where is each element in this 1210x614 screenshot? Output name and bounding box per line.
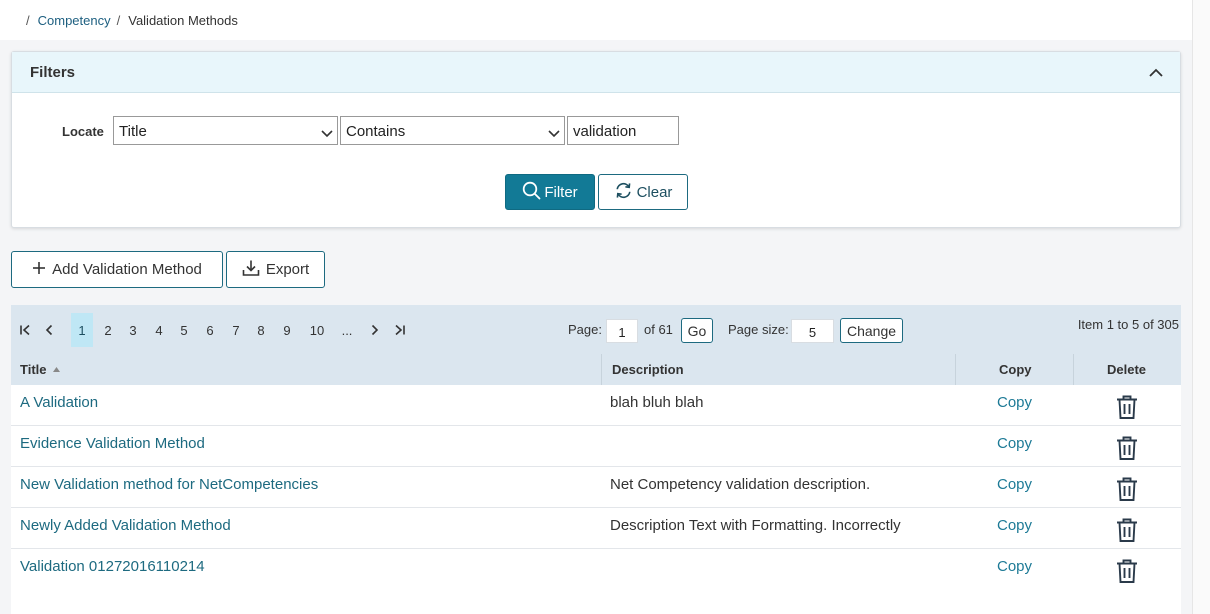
validation-method-title-link[interactable]: A Validation [20,394,98,411]
page-number-link[interactable]: 7 [225,313,247,347]
clear-button[interactable]: Clear [598,174,688,210]
locate-label: Locate [62,124,104,139]
clear-button-label: Clear [636,183,673,201]
validation-methods-grid: 1 2 3 4 5 6 7 8 9 10 ... Page: 1 of 61 G… [11,305,1181,614]
trash-icon[interactable] [1115,476,1139,502]
page-number-link[interactable]: 10 [302,313,332,347]
operator-select-value: Contains [346,123,406,140]
table-row: Evidence Validation Method Copy [11,426,1181,467]
breadcrumb-competency-link[interactable]: Competency [38,13,111,28]
breadcrumb-current: Validation Methods [128,12,238,28]
previous-page-icon[interactable] [39,313,59,347]
search-input[interactable]: validation [567,116,679,145]
copy-link[interactable]: Copy [997,435,1032,452]
filters-panel: Filters Locate Title Contains validation [11,51,1181,228]
chevron-up-icon[interactable] [1148,64,1164,80]
export-button[interactable]: Export [226,251,325,288]
copy-link[interactable]: Copy [997,394,1032,411]
validation-method-description: blah bluh blah [610,394,704,411]
chevron-down-icon [548,125,560,142]
breadcrumb-separator: / [116,12,121,28]
table-row: Newly Added Validation Method Descriptio… [11,508,1181,549]
breadcrumb: / Competency / Validation Methods [0,0,1192,40]
validation-method-title-link[interactable]: Validation 01272016110214 [20,558,205,575]
go-button[interactable]: Go [681,318,713,343]
chevron-down-icon [321,125,333,142]
page-label: Page: [568,322,602,337]
column-header-title[interactable]: Title [20,354,60,385]
field-select[interactable]: Title [113,116,338,145]
page-size-label: Page size: [728,322,789,337]
column-header-copy: Copy [999,362,1032,377]
operator-select[interactable]: Contains [340,116,565,145]
plus-icon [32,261,46,279]
refresh-icon [614,181,633,204]
validation-method-description: Net Competency validation description. [610,476,871,493]
table-row: A Validation blah bluh blah Copy [11,385,1181,426]
page-number-link[interactable]: 6 [199,313,221,347]
export-button-label: Export [265,261,310,278]
page-number-link[interactable]: 3 [122,313,144,347]
page-size-input[interactable]: 5 [791,319,834,343]
column-header-row: Title Description Copy Delete [11,354,1181,385]
table-row: New Validation method for NetCompetencie… [11,467,1181,508]
copy-link[interactable]: Copy [997,517,1032,534]
filter-button[interactable]: Filter [505,174,595,210]
validation-method-title-link[interactable]: Evidence Validation Method [20,435,205,452]
column-divider [601,354,602,385]
trash-icon[interactable] [1115,558,1139,584]
page: / Competency / Validation Methods Filter… [0,0,1192,614]
more-pages-link[interactable]: ... [336,313,358,347]
first-page-icon[interactable] [15,313,35,347]
sort-ascending-icon [52,367,60,372]
last-page-icon[interactable] [390,313,410,347]
page-number-link[interactable]: 1 [71,313,93,347]
column-divider [955,354,956,385]
page-number-input[interactable]: 1 [606,319,638,343]
download-icon [242,259,260,281]
column-header-delete: Delete [1107,362,1147,377]
trash-icon[interactable] [1115,394,1139,420]
page-total-label: of 61 [644,322,673,337]
search-icon [522,181,541,204]
item-count: Item 1 to 5 of 305 [1077,317,1179,332]
breadcrumb-separator: / [26,12,30,28]
trash-icon[interactable] [1115,517,1139,543]
column-divider [1073,354,1074,385]
validation-method-description: Description Text with Formatting. Incorr… [610,517,901,534]
validation-method-title-link[interactable]: Newly Added Validation Method [20,517,231,534]
filters-title: Filters [30,63,76,81]
page-number-link[interactable]: 4 [148,313,170,347]
page-number-link[interactable]: 5 [173,313,195,347]
locate-row: Locate Title Contains validation [12,116,1180,146]
trash-icon[interactable] [1115,435,1139,461]
page-number-link[interactable]: 8 [250,313,272,347]
page-number-link[interactable]: 2 [97,313,119,347]
copy-link[interactable]: Copy [997,476,1032,493]
filters-header[interactable]: Filters [12,52,1180,93]
copy-link[interactable]: Copy [997,558,1032,575]
validation-method-title-link[interactable]: New Validation method for NetCompetencie… [20,476,318,493]
field-select-value: Title [119,123,147,140]
filter-button-label: Filter [544,183,578,201]
next-page-icon[interactable] [365,313,385,347]
column-title-label: Title [20,362,47,377]
pager: 1 2 3 4 5 6 7 8 9 10 ... Page: 1 of 61 G… [11,305,1181,354]
table-row: Validation 01272016110214 Copy [11,549,1181,590]
change-page-size-button[interactable]: Change [840,318,903,343]
page-number-link[interactable]: 9 [276,313,298,347]
vertical-scrollbar[interactable] [1192,0,1210,614]
column-header-description[interactable]: Description [612,354,684,385]
add-button-label: Add Validation Method [52,261,202,278]
add-validation-method-button[interactable]: Add Validation Method [11,251,223,288]
